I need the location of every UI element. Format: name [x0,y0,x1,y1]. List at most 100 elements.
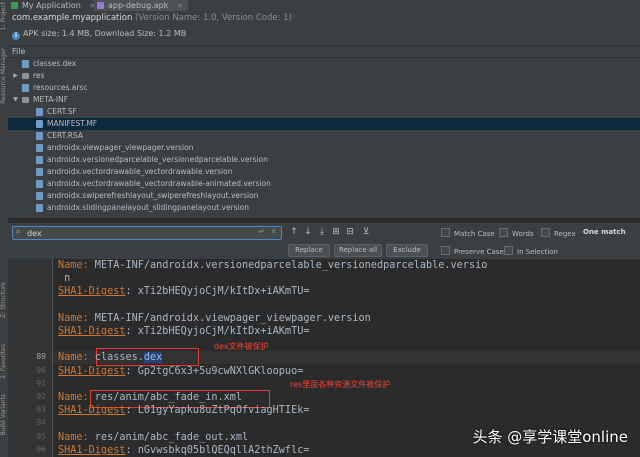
words-checkbox[interactable]: Words [499,228,534,238]
info-icon: i [12,32,20,40]
expand-arrow-icon[interactable]: ▶ [12,70,19,82]
file-icon [36,132,43,140]
apk-info-bar: com.example.myapplication (Version Name:… [8,11,640,46]
watermark-text: 头条 @享学课堂online [472,428,628,446]
search-field[interactable]: ⌕ ↵ ✕ [12,226,282,240]
code-key: SHA1-Digest [58,444,126,456]
code-line: SHA1-Digest: nGvwsbkq05blQEQqllA2thZwflc… [58,444,309,457]
code-value: : Gp2tgC6x3+5u9cwNXlGKloopuo= [125,365,304,377]
apk-file-icon [97,2,104,9]
tree-item[interactable]: androidx.slidingpanelayout_slidingpanela… [8,202,640,214]
checkbox-box[interactable] [499,228,508,237]
tab-app-debug-apk[interactable]: app-debug.apk ✕ [94,0,188,11]
close-icon[interactable]: ✕ [177,2,183,10]
replace-all-button[interactable]: Replace all [334,244,382,257]
code-line: n [58,272,70,285]
tab-my-application[interactable]: My Application ✕ [8,0,108,11]
code-value: res/anim/abc_fade_out.xml [88,431,249,443]
line-number: 89 [36,352,46,362]
tree-item[interactable]: ▶ res [8,70,640,82]
line-number: 92 [36,392,46,401]
tree-item[interactable]: CERT.RSA [8,130,640,142]
tab-label: app-debug.apk [108,1,169,10]
project-tool-tab[interactable]: 1: Project [0,2,8,30]
tree-item[interactable]: resources.arsc [8,82,640,94]
code-key: Name: [58,352,89,364]
code-line: Name: META-INF/androidx.versionedparcela… [58,259,487,272]
checkbox-box[interactable] [441,246,450,255]
replace-button[interactable]: Replace [288,244,330,257]
tree-item[interactable]: MANIFEST.MF [8,118,640,130]
checkbox-box[interactable] [504,246,513,255]
tree-item-label: androidx.versionedparcelable_versionedpa… [47,155,268,164]
add-selection-icon[interactable]: ⊞ [330,226,342,238]
file-icon [36,192,43,200]
code-value: : L01gyYapku8uZtPqOfviagHTIEk= [125,405,310,417]
search-match-highlight: dex [143,352,163,364]
folder-icon [22,73,29,79]
in-selection-label: In Selection [517,248,558,256]
file-column-header[interactable]: File [8,46,640,58]
file-icon [36,204,43,212]
select-multi-icon[interactable]: ⊟ [344,226,356,238]
search-input[interactable] [27,227,247,239]
checkbox-box[interactable] [441,228,450,237]
next-occurrence-button[interactable]: ↓ [302,226,314,238]
filter-icon[interactable]: ⊻ [360,226,372,238]
tree-item[interactable]: androidx.versionedparcelable_versionedpa… [8,154,640,166]
favorites-tool-tab[interactable]: 2: Favorites [0,344,8,379]
regex-checkbox[interactable]: Regex [541,228,576,238]
code-value: classes.dex [88,352,163,364]
line-number: 93 [36,405,46,415]
code-key: SHA1-Digest [58,326,126,337]
code-line: Name: res/anim/abc_fade_in.xml [58,391,242,404]
code-value: : nGvwsbkq05blQEQqllA2thZwflc= [125,444,310,456]
line-number: 91 [36,378,46,388]
code-line: Name: classes.dex [58,351,163,364]
tree-item-label: MANIFEST.MF [47,119,98,128]
tree-item[interactable]: androidx.viewpager_viewpager.version [8,142,640,154]
file-icon [36,168,43,176]
package-line: com.example.myapplication (Version Name:… [12,13,292,23]
clear-icon[interactable]: ✕ [270,227,277,236]
tree-item-label: CERT.RSA [47,131,83,140]
code-value: META-INF/androidx.viewpager_viewpager.ve… [88,312,371,324]
apk-size-text: APK size: 1.4 MB, Download Size: 1.2 MB [23,29,187,38]
android-module-icon [11,2,18,9]
tree-item[interactable]: CERT.SF [8,106,640,118]
tree-item-label: androidx.vectordrawable_vectordrawable-a… [47,179,271,188]
tree-item[interactable]: androidx.swiperefreshlayout_swiperefresh… [8,190,640,202]
tree-item[interactable]: androidx.vectordrawable_vectordrawable-a… [8,178,640,190]
code-line: SHA1-Digest: L01gyYapku8uZtPqOfviagHTIEk… [58,404,309,417]
code-line: SHA1-Digest: xTi2bHEQyjoCjM/kItDx+iAKmTU… [58,285,309,298]
code-value: res/anim/abc_fade_in.xml [88,392,243,403]
resource-manager-tool-tab[interactable]: Resource Manager [0,48,8,104]
code-key: SHA1-Digest [58,405,126,417]
tree-item[interactable]: classes.dex [8,58,640,70]
previous-occurrence-button[interactable]: ↑ [288,226,300,238]
exclude-button[interactable]: Exclude [386,244,428,257]
match-case-checkbox[interactable]: Match Case [441,228,495,238]
select-all-occurrences-icon[interactable]: ⤓ [316,226,328,238]
tree-item[interactable]: androidx.vectordrawable_vectordrawable.v… [8,166,640,178]
code-value-text: classes. [88,352,144,364]
file-icon [36,180,43,188]
tree-item[interactable]: ▼ META-INF [8,94,640,106]
file-icon [36,156,43,164]
line-number: 95 [36,431,46,441]
folder-icon [22,97,29,103]
in-selection-checkbox[interactable]: In Selection [504,246,558,256]
package-name: com.example.myapplication [12,13,133,23]
code-value: n [58,273,71,285]
build-variants-tool-tab[interactable]: Build Variants [0,394,8,435]
expand-arrow-icon[interactable]: ▼ [12,94,19,106]
preserve-case-checkbox[interactable]: Preserve Case [441,246,504,256]
code-value: META-INF/androidx.versionedparcelable_ve… [88,260,488,271]
structure-tool-tab[interactable]: Z: Structure [0,282,8,318]
checkbox-box[interactable] [541,228,550,237]
tree-item-label: resources.arsc [33,83,88,92]
file-icon [22,60,29,68]
line-number: 96 [36,444,46,454]
new-line-icon[interactable]: ↵ [258,227,265,236]
file-icon [36,108,43,116]
